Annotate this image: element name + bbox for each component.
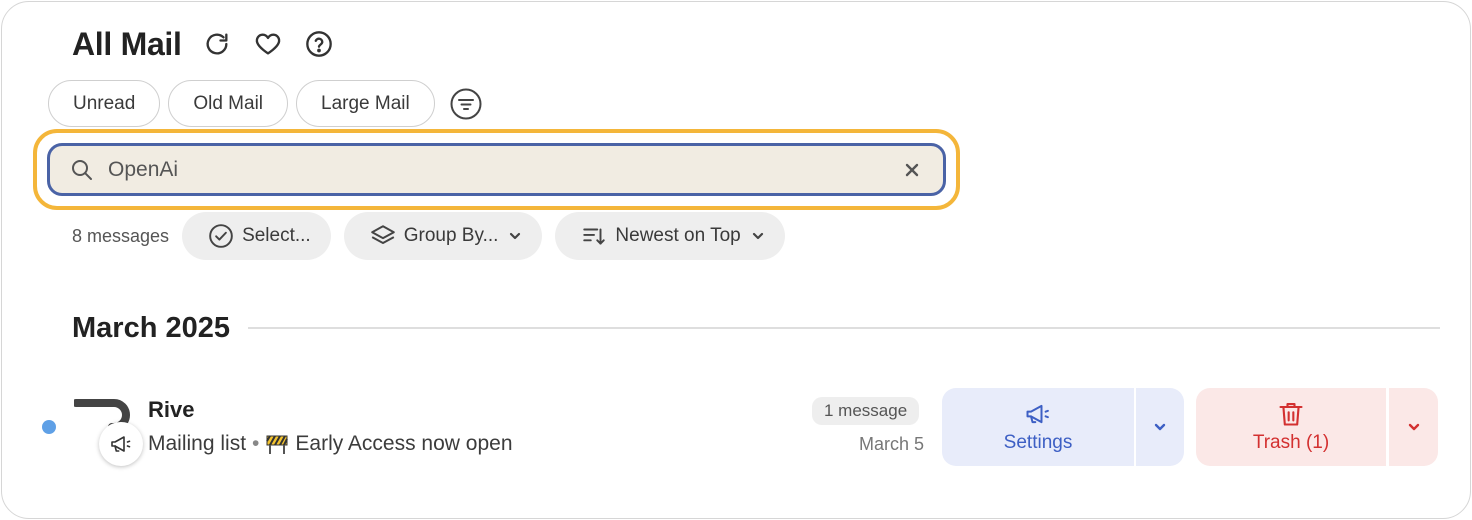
group-by-label: Group By... bbox=[403, 225, 499, 246]
megaphone-icon bbox=[1026, 404, 1049, 424]
trash-button[interactable]: Trash (1) bbox=[1196, 388, 1386, 466]
date-section-header: March 2025 bbox=[72, 306, 1440, 350]
chevron-down-icon bbox=[510, 232, 521, 240]
search-input[interactable] bbox=[108, 157, 901, 182]
filter-chip-old-mail[interactable]: Old Mail bbox=[168, 80, 289, 127]
snippet-separator: • bbox=[252, 432, 260, 455]
megaphone-icon bbox=[111, 436, 131, 452]
heart-icon[interactable] bbox=[252, 28, 284, 60]
refresh-icon[interactable] bbox=[201, 28, 233, 60]
select-button[interactable]: Select... bbox=[182, 212, 331, 260]
search-bar[interactable] bbox=[47, 143, 946, 196]
list-toolbar: 8 messages Select... Group By... Newest … bbox=[72, 212, 798, 260]
header: All Mail bbox=[72, 22, 335, 66]
sender-name[interactable]: Rive bbox=[148, 397, 194, 423]
email-subject: Early Access now open bbox=[295, 432, 513, 455]
group-by-button[interactable]: Group By... bbox=[343, 212, 543, 260]
page-title: All Mail bbox=[72, 25, 182, 62]
settings-button[interactable]: Settings bbox=[942, 388, 1134, 466]
settings-dropdown-button[interactable] bbox=[1136, 388, 1184, 466]
search-icon bbox=[72, 159, 92, 180]
trash-icon bbox=[1279, 403, 1303, 426]
check-circle-icon bbox=[209, 224, 233, 248]
select-button-label: Select... bbox=[242, 225, 311, 246]
filter-chip-large-mail[interactable]: Large Mail bbox=[296, 80, 435, 127]
unread-indicator bbox=[42, 420, 56, 434]
settings-button-label: Settings bbox=[1003, 432, 1073, 453]
message-count: 8 messages bbox=[72, 225, 170, 246]
filter-chips: Unread Old Mail Large Mail bbox=[48, 80, 483, 127]
message-count-badge: 1 message bbox=[812, 397, 920, 425]
filter-chip-unread[interactable]: Unread bbox=[48, 80, 161, 127]
filter-options-icon[interactable] bbox=[449, 87, 483, 121]
chevron-down-icon bbox=[1154, 423, 1166, 431]
section-divider bbox=[248, 327, 1440, 329]
layers-icon bbox=[370, 225, 395, 245]
email-date: March 5 bbox=[858, 434, 924, 454]
trash-dropdown-button[interactable] bbox=[1389, 388, 1438, 466]
trash-button-label: Trash (1) bbox=[1252, 432, 1330, 453]
sort-icon bbox=[583, 228, 606, 245]
help-icon[interactable] bbox=[303, 28, 335, 60]
email-snippet[interactable]: Mailing list • Early Access now open bbox=[148, 432, 513, 456]
chevron-down-icon bbox=[752, 232, 763, 240]
clear-search-icon[interactable] bbox=[901, 159, 923, 181]
construction-icon bbox=[266, 435, 289, 454]
chevron-down-icon bbox=[1408, 423, 1419, 431]
sort-button[interactable]: Newest on Top bbox=[555, 212, 785, 260]
section-title: March 2025 bbox=[72, 311, 230, 344]
sort-label: Newest on Top bbox=[615, 225, 741, 246]
mailing-list-badge bbox=[99, 422, 143, 466]
email-category: Mailing list bbox=[148, 432, 247, 455]
